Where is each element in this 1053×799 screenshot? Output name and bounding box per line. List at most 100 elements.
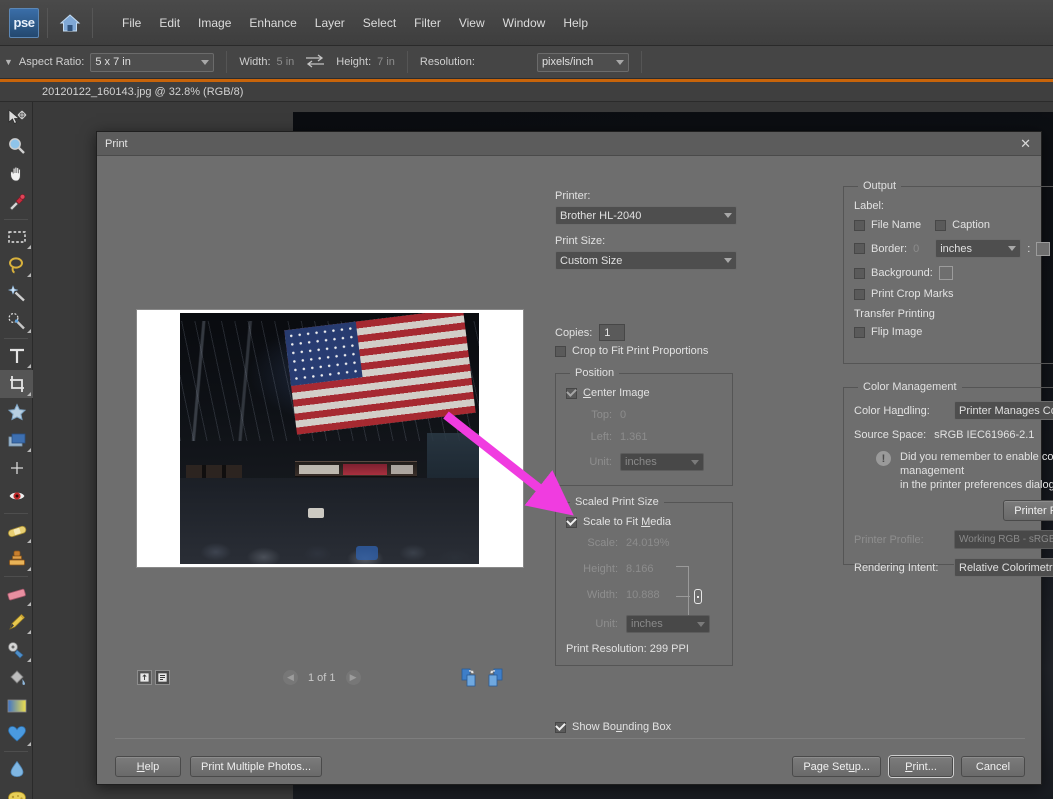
tool-gradient[interactable] <box>0 692 33 720</box>
tool-hand[interactable] <box>0 160 33 188</box>
tool-shape[interactable] <box>0 720 33 748</box>
print-button[interactable]: Print... <box>889 756 953 777</box>
printer-preferences-button[interactable]: Printer Preferences <box>1003 500 1053 521</box>
preview-banner-right <box>391 465 413 474</box>
menu-view[interactable]: View <box>450 12 494 34</box>
tool-magic-wand[interactable] <box>0 279 33 307</box>
show-bounding-box-row: Show Bounding Box <box>555 721 671 733</box>
preview-flag-stars <box>286 323 361 384</box>
printer-select[interactable]: Brother HL-2040 <box>555 206 737 225</box>
tool-straighten[interactable] <box>0 454 33 482</box>
footer-right-buttons: Page Set u p... Print... Cancel <box>792 756 1025 777</box>
scale-value[interactable]: 24.019% <box>626 537 669 549</box>
tool-cookie-cutter[interactable] <box>0 398 33 426</box>
copies-input[interactable]: 1 <box>599 324 626 341</box>
border-checkbox[interactable] <box>854 243 865 254</box>
preview-banner-center <box>343 464 387 475</box>
tool-type[interactable] <box>0 342 33 370</box>
app-logo: pse <box>9 7 39 38</box>
swap-arrows-icon[interactable] <box>304 53 326 71</box>
background-label: Background: <box>871 267 933 279</box>
flyout-triangle-icon <box>27 364 31 368</box>
tool-blur[interactable] <box>0 755 33 783</box>
tool-brush[interactable] <box>0 636 33 664</box>
help-button[interactable]: Help <box>115 756 181 777</box>
height-value[interactable]: 7 in <box>377 56 395 68</box>
border-color-swatch[interactable] <box>1036 241 1051 256</box>
arrow-left-icon[interactable]: ◀ <box>283 670 298 685</box>
print-preview-sheet[interactable] <box>137 310 523 567</box>
options-expander-icon[interactable]: ▼ <box>4 57 13 67</box>
print-preview-image[interactable] <box>180 313 479 564</box>
scale-to-fit-media-checkbox[interactable] <box>566 516 577 528</box>
tool-eyedropper[interactable] <box>0 188 33 216</box>
document-title[interactable]: 20120122_160143.jpg @ 32.8% (RGB/8) <box>42 86 243 98</box>
background-color-swatch[interactable] <box>938 266 953 280</box>
background-checkbox[interactable] <box>854 267 865 279</box>
home-icon[interactable] <box>56 9 84 37</box>
tool-paint-bucket[interactable] <box>0 664 33 692</box>
tool-crop[interactable] <box>0 370 33 398</box>
crop-to-fit-checkbox[interactable] <box>555 345 566 357</box>
tool-pencil[interactable] <box>0 608 33 636</box>
position-unit-select[interactable]: inches <box>620 453 704 471</box>
tool-eraser[interactable] <box>0 580 33 608</box>
flyout-triangle-icon <box>27 245 31 249</box>
chevron-down-icon <box>691 459 699 465</box>
flyout-triangle-icon <box>27 273 31 277</box>
show-bounding-box-checkbox[interactable] <box>555 721 566 733</box>
height-value[interactable]: 8.166 <box>626 563 654 575</box>
center-image-checkbox[interactable] <box>566 387 577 399</box>
tool-zoom[interactable] <box>0 132 33 160</box>
menu-edit[interactable]: Edit <box>150 12 189 34</box>
aspect-ratio-label: Aspect Ratio: <box>18 56 85 68</box>
aspect-ratio-select[interactable]: 5 x 7 in <box>90 52 215 72</box>
menu-enhance[interactable]: Enhance <box>240 12 305 34</box>
printer-profile-select[interactable]: Working RGB - sRGB IEC61966-2.1 <box>954 530 1053 549</box>
menu-filter[interactable]: Filter <box>405 12 450 34</box>
scaled-unit-select[interactable]: inches <box>626 615 710 633</box>
tool-lasso[interactable] <box>0 251 33 279</box>
preview-crowd <box>180 478 479 564</box>
tool-rect-marquee[interactable] <box>0 223 33 251</box>
scale-label: Scale: <box>587 537 618 549</box>
color-handling-label: Color Handling: <box>854 404 930 417</box>
width-value[interactable]: 5 in <box>277 56 295 68</box>
page-setup-icon[interactable] <box>137 670 152 685</box>
tool-sponge[interactable] <box>0 783 33 799</box>
print-size-select[interactable]: Custom Size <box>555 251 737 270</box>
print-settings-column: Printer: Brother HL-2040 Print Size: Cus… <box>555 190 745 666</box>
flip-image-checkbox[interactable] <box>854 326 865 338</box>
menu-layer[interactable]: Layer <box>306 12 354 34</box>
rotate-right-icon[interactable] <box>484 668 503 687</box>
caption-checkbox[interactable] <box>935 219 947 231</box>
resolution-select[interactable]: pixels/inch <box>536 52 629 72</box>
rotate-left-icon[interactable] <box>461 668 480 687</box>
top-value[interactable]: 0 <box>620 409 626 421</box>
tool-healing-brush[interactable] <box>0 517 33 545</box>
color-handling-select[interactable]: Printer Manages Colors <box>954 401 1053 420</box>
tool-red-eye[interactable] <box>0 482 33 510</box>
page-setup-button[interactable]: Page Set u p... <box>792 756 881 777</box>
menu-select[interactable]: Select <box>354 12 405 34</box>
border-value[interactable]: 0 <box>913 243 919 255</box>
tool-recompose[interactable] <box>0 426 33 454</box>
border-unit-select[interactable]: inches <box>935 239 1022 258</box>
menu-image[interactable]: Image <box>189 12 240 34</box>
print-crop-marks-checkbox[interactable] <box>854 288 865 300</box>
width-value[interactable]: 10.888 <box>626 589 660 601</box>
tool-quick-selection[interactable] <box>0 307 33 335</box>
page-options-icon[interactable] <box>155 670 170 685</box>
left-value[interactable]: 1.361 <box>620 431 648 443</box>
tool-move[interactable] <box>0 104 33 132</box>
arrow-right-icon[interactable]: ▶ <box>345 670 361 685</box>
rendering-intent-select[interactable]: Relative Colorimetric <box>954 558 1053 577</box>
menu-window[interactable]: Window <box>494 12 555 34</box>
close-icon[interactable]: ✕ <box>1018 136 1033 152</box>
cancel-button[interactable]: Cancel <box>961 756 1025 777</box>
menu-help[interactable]: Help <box>554 12 597 34</box>
tool-clone-stamp[interactable] <box>0 545 33 573</box>
menu-file[interactable]: File <box>113 12 150 34</box>
file-name-checkbox[interactable] <box>854 219 865 231</box>
print-multiple-photos-button[interactable]: Print Multiple Photos... <box>190 756 323 777</box>
